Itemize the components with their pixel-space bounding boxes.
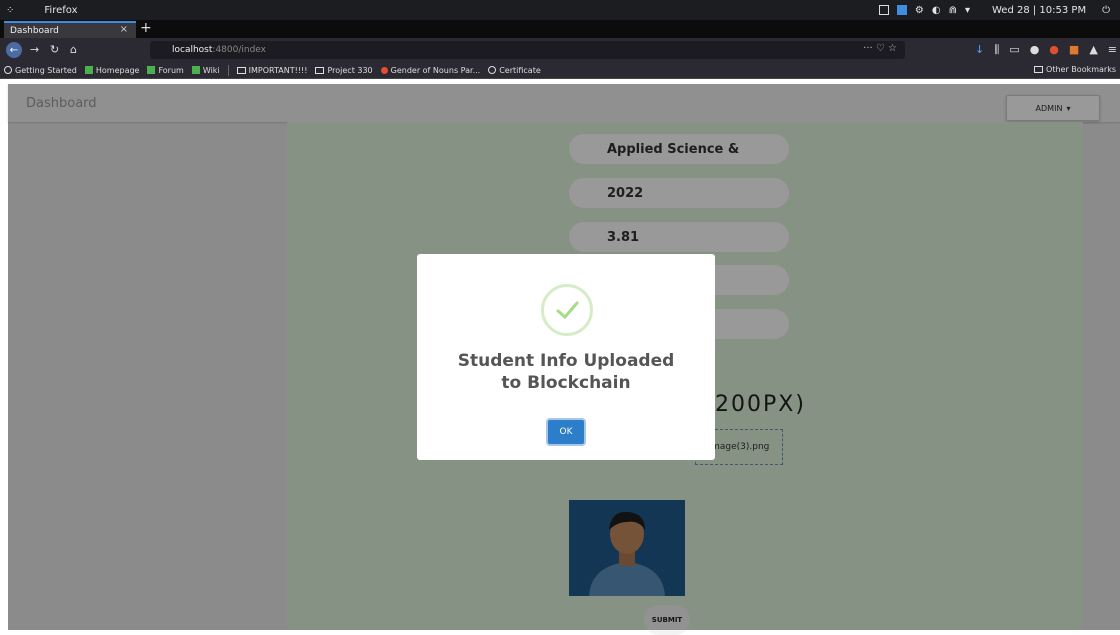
bookmark-homepage[interactable]: Homepage <box>84 65 140 75</box>
checkmark-icon <box>556 301 579 320</box>
bookmark-label: Project 330 <box>327 65 373 75</box>
bookmark-important[interactable]: IMPORTANT!!!! <box>236 65 308 75</box>
success-icon <box>541 284 593 336</box>
app-tray-icon[interactable] <box>896 5 907 15</box>
bookmark-certificate[interactable]: Certificate <box>488 66 541 75</box>
downloads-icon[interactable]: ↓ <box>975 43 984 57</box>
account-icon[interactable]: ● <box>1030 43 1040 57</box>
tab-dashboard[interactable]: Dashboard × <box>4 21 136 38</box>
bookmark-gender-nouns[interactable]: Gender of Nouns Par... <box>380 65 481 75</box>
folder-icon <box>1034 66 1044 73</box>
url-path: :4800/index <box>212 45 266 55</box>
volume-icon[interactable]: ◐ <box>932 5 941 16</box>
bookmark-label: Certificate <box>499 65 541 75</box>
window-icon[interactable] <box>878 5 889 15</box>
tab-title: Dashboard <box>10 25 59 36</box>
new-tab-button[interactable]: + <box>140 20 152 36</box>
success-modal: Student Info Uploaded to Blockchain OK <box>417 254 715 460</box>
settings-tray-icon[interactable]: ⚙ <box>915 5 924 16</box>
sidebar-icon[interactable]: ▭ <box>1009 43 1019 57</box>
os-app-name: Firefox <box>44 4 78 16</box>
bookmark-forum[interactable]: Forum <box>147 65 184 75</box>
toolbar-icons: ↓ ⫼ ▭ ● ● ■ ▲ ≡ <box>975 43 1117 57</box>
modal-title: Student Info Uploaded to Blockchain <box>457 351 675 393</box>
system-tray: ⚙ ◐ ⋒ ▾ Wed 28 | 10:53 PM ⏻ <box>878 0 1110 20</box>
bookmark-label: Wiki <box>202 65 220 75</box>
url-host: localhost <box>172 45 213 55</box>
menu-icon[interactable]: ≡ <box>1108 43 1117 57</box>
nav-toolbar: ← → ↻ ⌂ localhost:4800/index ··· ♡ ☆ ↓ ⫼… <box>0 38 1120 62</box>
library-icon[interactable]: ⫼ <box>994 43 999 57</box>
forward-icon[interactable]: → <box>30 43 39 56</box>
bookmark-label: IMPORTANT!!!! <box>248 65 308 75</box>
bookmark-project[interactable]: Project 330 <box>315 65 373 75</box>
globe-icon <box>488 66 497 74</box>
extension-icon[interactable]: ■ <box>1069 43 1079 57</box>
bookmarks-bar: Getting Started Homepage Forum Wiki IMPO… <box>0 62 1120 79</box>
clock[interactable]: Wed 28 | 10:53 PM <box>992 5 1086 16</box>
tray-dropdown-icon[interactable]: ▾ <box>965 5 970 16</box>
bookmark-label: Gender of Nouns Par... <box>390 65 481 75</box>
url-actions[interactable]: ··· ♡ ☆ <box>863 43 897 54</box>
bookmark-separator <box>227 64 229 76</box>
bookmark-label: Getting Started <box>15 65 77 75</box>
os-top-bar: ⁘ Firefox ⚙ ◐ ⋒ ▾ Wed 28 | 10:53 PM ⏻ <box>0 0 1120 20</box>
folder-icon <box>236 66 246 74</box>
folder-icon <box>315 66 325 74</box>
home-icon[interactable]: ⌂ <box>70 43 77 56</box>
url-bar[interactable]: localhost:4800/index ··· ♡ ☆ <box>150 41 905 59</box>
green-square-icon <box>147 66 156 74</box>
other-bookmarks-label: Other Bookmarks <box>1046 65 1116 74</box>
red-dot-icon <box>380 66 388 74</box>
os-menu-icon[interactable]: ⁘ <box>6 5 14 16</box>
bookmark-getting-started[interactable]: Getting Started <box>4 66 77 75</box>
green-square-icon <box>191 66 200 74</box>
back-button[interactable]: ← <box>6 42 22 58</box>
bookmark-label: Forum <box>158 65 184 75</box>
tab-close-icon[interactable]: × <box>120 24 128 35</box>
globe-icon <box>4 66 12 74</box>
os-app-menu[interactable]: ⁘ Firefox <box>0 5 78 16</box>
wifi-icon[interactable]: ⋒ <box>949 5 957 16</box>
power-icon[interactable]: ⏻ <box>1102 5 1110 16</box>
bookmark-wiki[interactable]: Wiki <box>191 65 220 75</box>
extension2-icon[interactable]: ▲ <box>1089 43 1097 57</box>
bookmark-label: Homepage <box>95 65 140 75</box>
adblock-icon[interactable]: ● <box>1049 43 1059 57</box>
green-square-icon <box>84 66 93 74</box>
tab-bar: Dashboard × + <box>0 20 1120 38</box>
ok-button[interactable]: OK <box>548 420 584 444</box>
reload-icon[interactable]: ↻ <box>50 43 59 56</box>
other-bookmarks[interactable]: Other Bookmarks <box>1034 65 1116 74</box>
